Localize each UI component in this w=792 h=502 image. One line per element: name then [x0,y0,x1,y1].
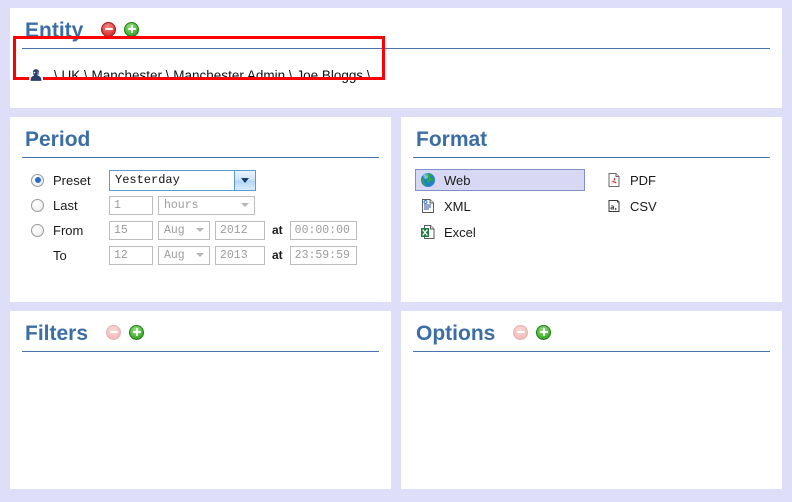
format-option-web[interactable]: Web [415,169,585,191]
last-unit-select[interactable]: hours [158,196,255,215]
label-preset: Preset [53,173,109,188]
format-body: Web [413,158,770,247]
format-title: Format [416,129,487,150]
from-time-input[interactable]: 00:00:00 [290,221,357,240]
entity-header: Entity [22,14,770,46]
entity-panel: Entity \ UK \ Manchester \ Manchester [10,8,782,108]
format-panel: Format [401,117,782,302]
options-header-actions [513,325,551,342]
label-last: Last [53,198,109,213]
filters-panel: Filters [10,311,391,489]
svg-text:a: a [610,202,614,211]
plus-circle-icon[interactable] [124,22,139,37]
radio-last[interactable] [31,199,44,212]
to-at-label: at [272,248,283,262]
from-month-value: Aug [159,222,185,239]
format-option-xml[interactable]: XML [415,195,585,217]
pdf-file-icon [606,172,622,188]
minus-circle-icon [106,325,121,340]
from-year-input[interactable]: 2012 [215,221,265,240]
globe-icon [420,172,436,188]
to-day-input[interactable]: 12 [109,246,153,265]
filters-header-actions [106,325,144,342]
radio-preset[interactable] [31,174,44,187]
radio-from[interactable] [31,224,44,237]
label-to: To [53,248,109,263]
chevron-down-icon[interactable] [196,253,204,257]
options-body [413,352,770,452]
entity-header-actions [101,22,139,39]
format-column-right: PDF a CSV [601,169,761,247]
from-day-input[interactable]: 15 [109,221,153,240]
options-panel: Options [401,311,782,489]
minus-circle-icon [513,325,528,340]
period-body: Preset Yesterday Last 1 hours [22,158,379,267]
filters-body [22,352,379,452]
xml-file-icon [420,198,436,214]
label-from: From [53,223,109,238]
last-amount-input[interactable]: 1 [109,196,153,215]
format-label-pdf: PDF [630,173,656,188]
format-option-csv[interactable]: a CSV [601,195,761,217]
entity-path-text: \ UK \ Manchester \ Manchester Admin \ J… [54,68,371,83]
chevron-down-icon[interactable] [196,228,204,232]
to-year-input[interactable]: 2013 [215,246,265,265]
to-month-value: Aug [159,247,185,264]
filters-title: Filters [25,323,88,344]
bottom-row: Filters Options [10,311,782,489]
format-option-pdf[interactable]: PDF [601,169,761,191]
minus-circle-icon[interactable] [101,22,116,37]
preset-select-value: Yesterday [110,171,180,190]
period-panel: Period Preset Yesterday Last 1 [10,117,391,302]
format-label-xml: XML [444,199,471,214]
format-column-left: Web [415,169,585,247]
excel-file-icon [420,224,436,240]
format-label-csv: CSV [630,199,657,214]
period-row-preset: Preset Yesterday [22,168,379,192]
period-row-last: Last 1 hours [22,193,379,217]
options-header: Options [413,317,770,349]
from-at-label: at [272,223,283,237]
period-row-from: From 15 Aug 2012 at 00:00:00 [22,218,379,242]
entity-body: \ UK \ Manchester \ Manchester Admin \ J… [22,49,770,86]
preset-select[interactable]: Yesterday [109,170,256,191]
period-row-to: To 12 Aug 2013 at 23:59:59 [22,243,379,267]
last-unit-value: hours [159,197,199,214]
csv-file-icon: a [606,198,622,214]
entity-title: Entity [25,20,83,41]
format-option-excel[interactable]: Excel [415,221,585,243]
options-title: Options [416,323,495,344]
period-header: Period [22,123,379,155]
period-title: Period [25,129,90,150]
user-icon [28,67,44,83]
plus-circle-icon[interactable] [536,325,551,340]
plus-circle-icon[interactable] [129,325,144,340]
format-header: Format [413,123,770,155]
chevron-down-icon[interactable] [241,203,249,207]
filters-header: Filters [22,317,379,349]
to-time-input[interactable]: 23:59:59 [290,246,357,265]
to-month-select[interactable]: Aug [158,246,210,265]
from-month-select[interactable]: Aug [158,221,210,240]
format-label-excel: Excel [444,225,476,240]
chevron-down-icon[interactable] [234,171,255,190]
format-label-web: Web [444,173,471,188]
middle-row: Period Preset Yesterday Last 1 [10,117,782,302]
report-builder-page: Entity \ UK \ Manchester \ Manchester [0,0,792,502]
entity-path-row[interactable]: \ UK \ Manchester \ Manchester Admin \ J… [22,56,770,86]
